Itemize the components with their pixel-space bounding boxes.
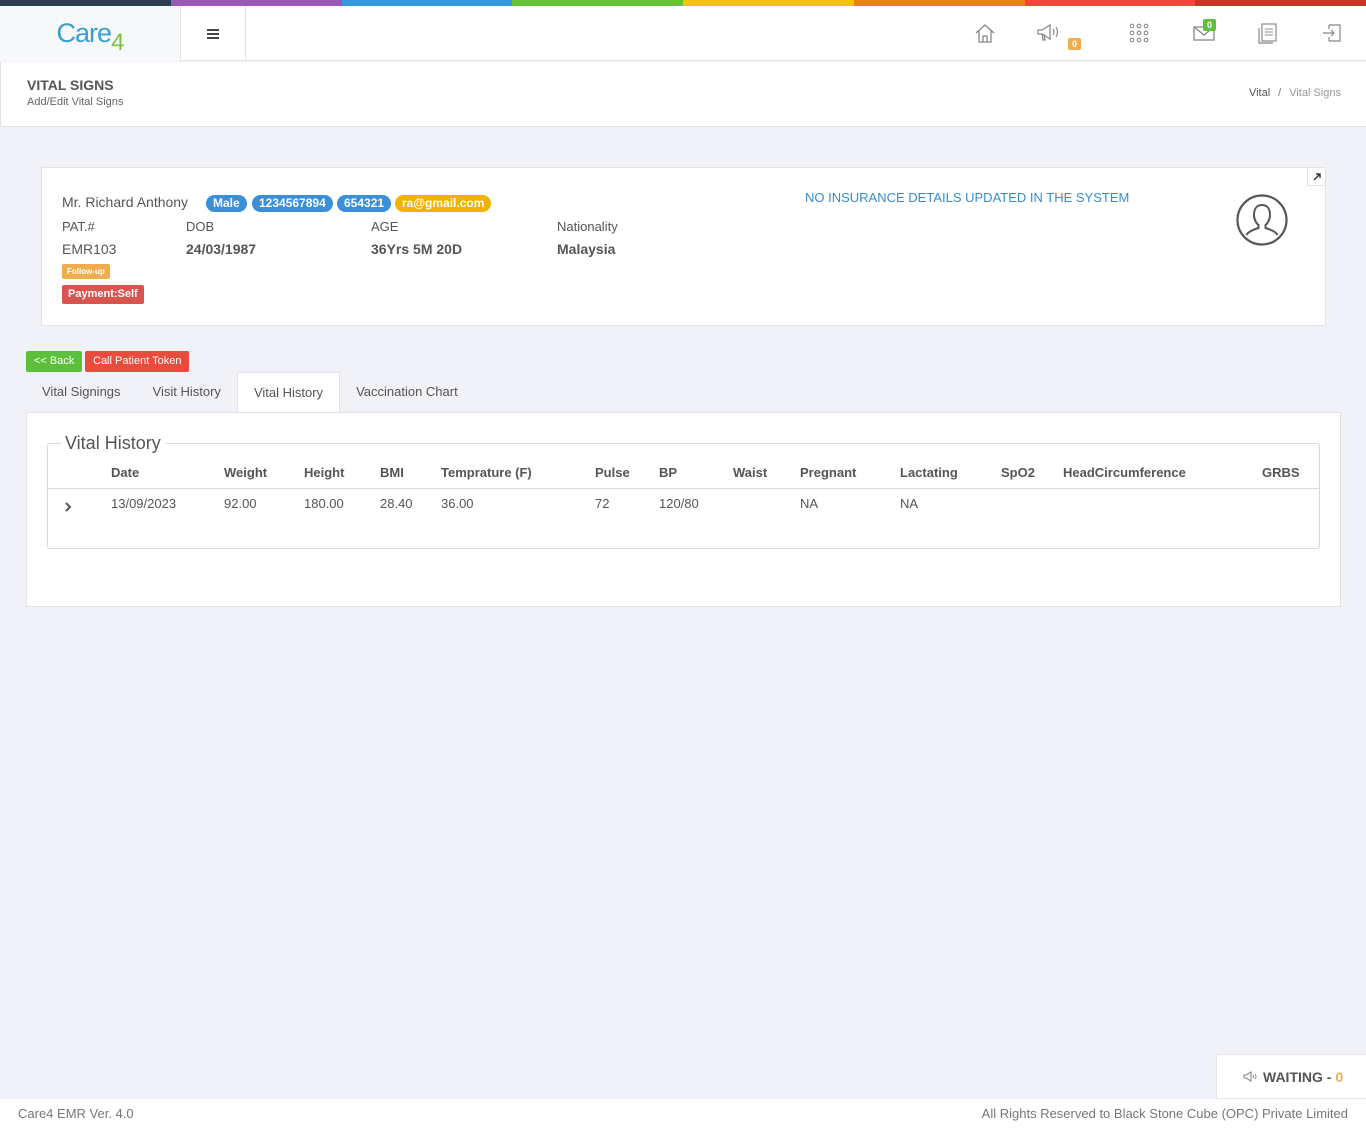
age-label: AGE (371, 219, 399, 234)
reports-button[interactable] (1255, 20, 1281, 46)
back-button[interactable]: << Back (26, 351, 83, 372)
cell-temperature: 36.00 (441, 496, 474, 511)
cell-pulse: 72 (595, 496, 610, 511)
apps-button[interactable] (1126, 20, 1152, 46)
home-icon (975, 24, 995, 43)
table-header-divider (48, 488, 1319, 489)
announcement-button[interactable] (1036, 20, 1062, 46)
column-header-lactating: Lactating (900, 465, 958, 480)
grid-icon (1129, 23, 1149, 43)
patient-info-card: Mr. Richard Anthony Male 1234567894 6543… (41, 167, 1326, 326)
column-header-waist: Waist (733, 465, 768, 480)
waiting-label: WAITING - (1263, 1068, 1332, 1085)
waiting-queue-widget[interactable]: WAITING - 0 (1216, 1054, 1366, 1099)
mail-count-badge: 0 (1203, 19, 1217, 31)
cell-lactating: NA (900, 496, 919, 511)
footer-version: Care4 EMR Ver. 4.0 (18, 1106, 134, 1121)
footer: Care4 EMR Ver. 4.0 All Rights Reserved t… (0, 1099, 1366, 1135)
page-subtitle: Add/Edit Vital Signs (27, 96, 124, 108)
vital-history-legend: Vital History (61, 433, 166, 454)
phone-badge: 1234567894 (252, 195, 333, 212)
breadcrumb: Vital / Vital Signs (1249, 87, 1341, 99)
logo-suffix: 4 (111, 29, 124, 56)
followup-badge: Follow-up (62, 264, 110, 279)
announcement-count-badge: 0 (1068, 38, 1082, 50)
payment-badge: Payment:Self (62, 285, 144, 304)
column-header-spo2: SpO2 (1001, 465, 1035, 480)
nationality-label: Nationality (557, 219, 618, 234)
cell-weight: 92.00 (224, 496, 257, 511)
cell-bp: 120/80 (659, 496, 699, 511)
pat-number-label: PAT.# (62, 219, 95, 234)
nationality-value: Malaysia (557, 241, 616, 257)
breadcrumb-vital[interactable]: Vital (1249, 87, 1270, 99)
care4-logo: Care4 (56, 18, 125, 56)
pat-number-value: EMR103 (62, 241, 117, 257)
dob-label: DOB (186, 219, 215, 234)
tab-vaccination-chart[interactable]: Vaccination Chart (340, 372, 474, 412)
column-header-pulse: Pulse (595, 465, 630, 480)
logout-button[interactable] (1319, 20, 1345, 46)
cell-date: 13/09/2023 (111, 496, 177, 511)
hamburger-icon (207, 28, 219, 39)
vital-history-fieldset: Vital History Date Weight Height BMI Tem… (47, 433, 1320, 549)
tab-vital-history[interactable]: Vital History (236, 372, 341, 413)
column-header-head-circumference: HeadCircumference (1063, 465, 1186, 480)
page-header: VITAL SIGNS Add/Edit Vital Signs Vital / V… (0, 62, 1366, 127)
column-header-pregnant: Pregnant (800, 465, 857, 480)
code-badge: 654321 (337, 195, 392, 212)
column-header-date: Date (111, 465, 140, 480)
breadcrumb-current: Vital Signs (1289, 87, 1341, 99)
vital-history-panel: Vital History Date Weight Height BMI Tem… (26, 412, 1341, 607)
tab-vital-signings[interactable]: Vital Signings (26, 372, 137, 412)
cell-bmi: 28.40 (380, 496, 413, 511)
email-badge: ra@gmail.com (395, 195, 492, 212)
document-icon (1258, 23, 1277, 44)
logout-icon (1323, 24, 1341, 42)
page-title: VITAL SIGNS (27, 77, 114, 93)
gender-badge: Male (206, 195, 247, 212)
column-header-height: Height (304, 465, 345, 480)
sidebar-toggle-button[interactable] (181, 6, 246, 61)
cell-height: 180.00 (304, 496, 344, 511)
column-header-bmi: BMI (380, 465, 404, 480)
footer-copyright: All Rights Reserved to Black Stone Cube … (981, 1106, 1348, 1121)
column-header-bp: BP (659, 465, 678, 480)
column-header-weight: Weight (224, 465, 268, 480)
tab-bar: Vital Signings Visit History Vital Histo… (26, 372, 474, 413)
column-header-temperature: Temprature (F) (441, 465, 532, 480)
expand-button[interactable] (1307, 168, 1325, 186)
dob-value: 24/03/1987 (186, 241, 257, 257)
waiting-count: 0 (1335, 1068, 1344, 1085)
insurance-status: NO INSURANCE DETAILS UPDATED IN THE SYST… (805, 190, 1130, 205)
cell-pregnant: NA (800, 496, 819, 511)
patient-avatar-icon (1236, 194, 1288, 246)
logo-text: Care (56, 18, 113, 48)
logo-container[interactable]: Care4 (0, 6, 181, 61)
top-navbar: Care4 0 0 (0, 6, 1366, 61)
breadcrumb-separator: / (1278, 87, 1282, 99)
patient-name: Mr. Richard Anthony (62, 194, 189, 210)
megaphone-icon (1243, 1070, 1257, 1082)
age-value: 36Yrs 5M 20D (371, 241, 463, 257)
column-header-grbs: GRBS (1262, 465, 1300, 480)
megaphone-icon (1037, 23, 1059, 41)
row-expand-chevron-icon[interactable] (62, 501, 74, 513)
home-button[interactable] (972, 20, 998, 46)
tab-visit-history[interactable]: Visit History (137, 372, 237, 412)
expand-arrow-icon (1313, 172, 1321, 180)
call-patient-token-button[interactable]: Call Patient Token (85, 351, 190, 372)
